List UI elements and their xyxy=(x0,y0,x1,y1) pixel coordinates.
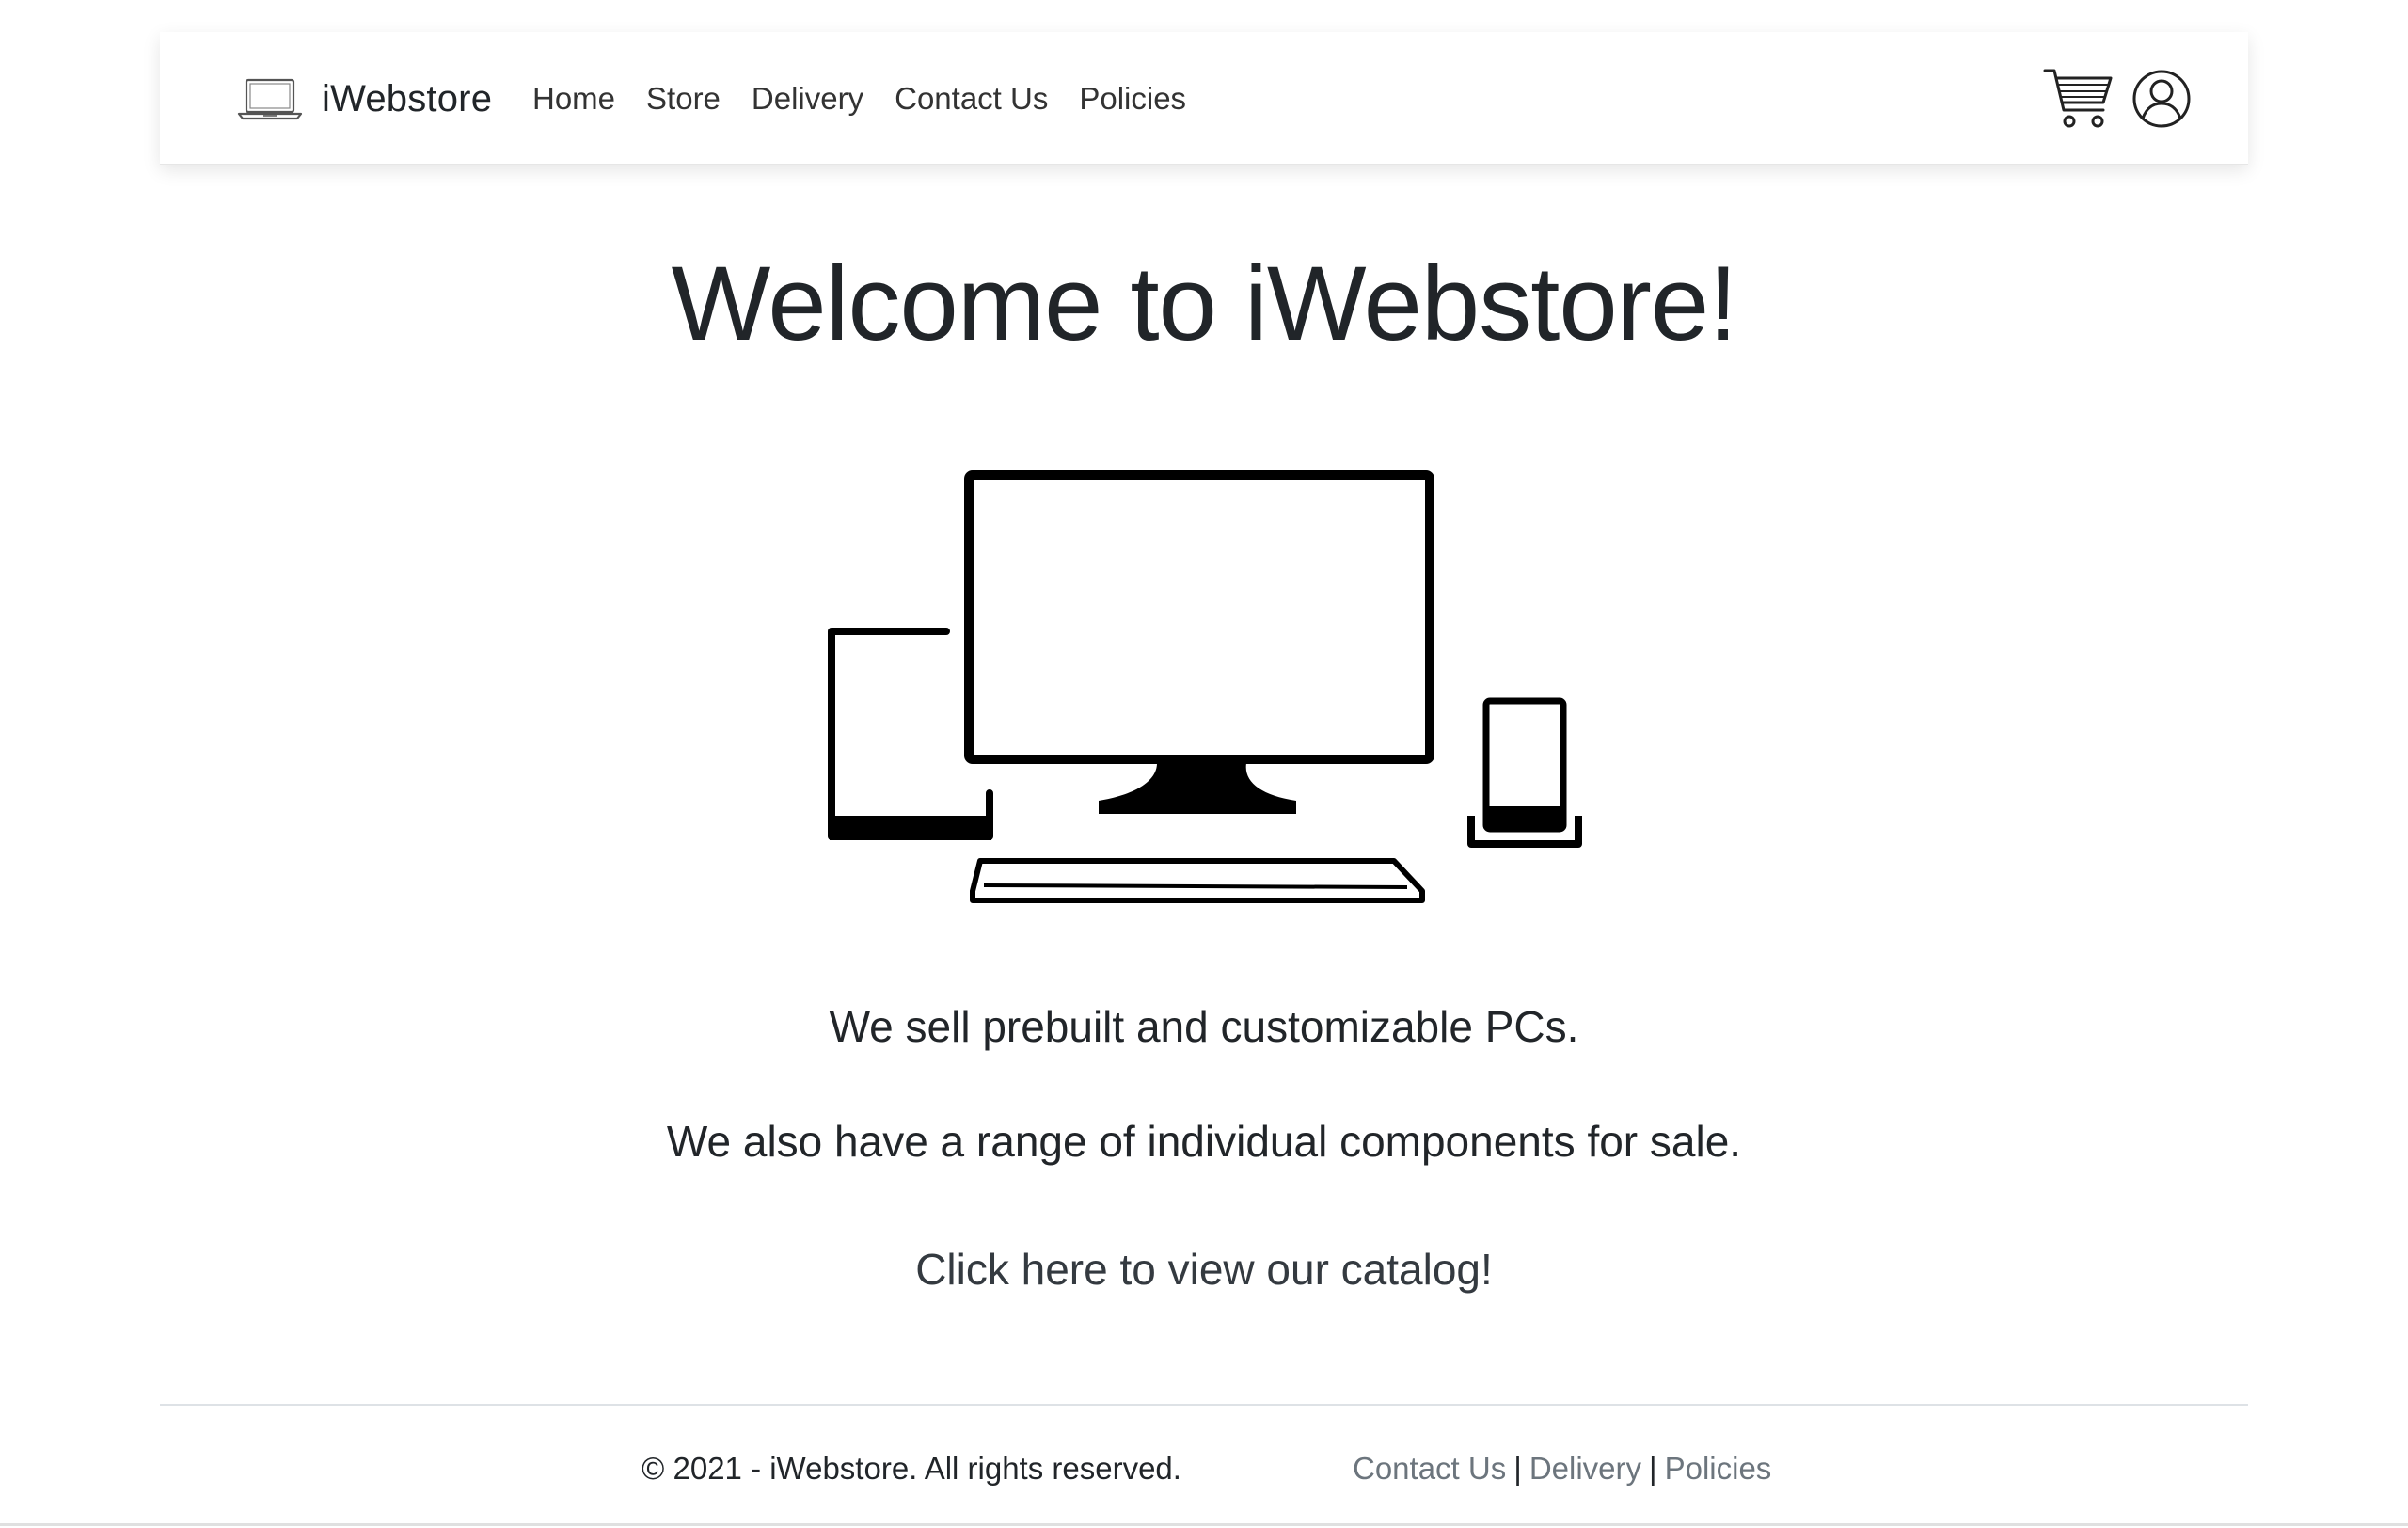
footer-delivery-link[interactable]: Delivery xyxy=(1529,1451,1641,1486)
user-circle-icon[interactable] xyxy=(2131,69,2192,129)
laptop-icon xyxy=(237,78,303,120)
footer-separator: | xyxy=(1513,1451,1522,1486)
brand-link[interactable]: iWebstore xyxy=(237,66,492,132)
footer-policies-link[interactable]: Policies xyxy=(1665,1451,1772,1486)
footer-links: Contact Us | Delivery | Policies xyxy=(1353,1451,1771,1487)
shopping-cart-icon[interactable] xyxy=(2043,67,2115,131)
brand-name: iWebstore xyxy=(322,77,493,119)
page-bottom-border xyxy=(0,1523,2408,1526)
tagline-components: We also have a range of individual compo… xyxy=(666,1117,1742,1166)
nav-store-link[interactable]: Store xyxy=(646,81,721,117)
footer-contact-us-link[interactable]: Contact Us xyxy=(1353,1451,1506,1486)
tagline-prebuilt-pcs: We sell prebuilt and customizable PCs. xyxy=(829,1002,1579,1051)
footer-divider xyxy=(160,1404,2248,1406)
top-navbar: iWebstore Home Store Delivery Contact Us… xyxy=(160,32,2248,165)
nav-contact-us-link[interactable]: Contact Us xyxy=(895,81,1048,117)
nav-delivery-link[interactable]: Delivery xyxy=(752,81,863,117)
footer-separator: | xyxy=(1649,1451,1657,1486)
nav-links: Home Store Delivery Contact Us Policies xyxy=(532,66,1217,132)
nav-home-link[interactable]: Home xyxy=(532,81,615,117)
page-title: Welcome to iWebstore! xyxy=(671,245,1738,362)
nav-actions xyxy=(2043,64,2192,134)
footer-copyright: © 2021 - iWebstore. All rights reserved. xyxy=(642,1451,1181,1486)
view-catalog-link[interactable]: Click here to view our catalog! xyxy=(0,1244,2408,1295)
nav-policies-link[interactable]: Policies xyxy=(1079,81,1186,117)
devices-icon xyxy=(828,470,1582,903)
